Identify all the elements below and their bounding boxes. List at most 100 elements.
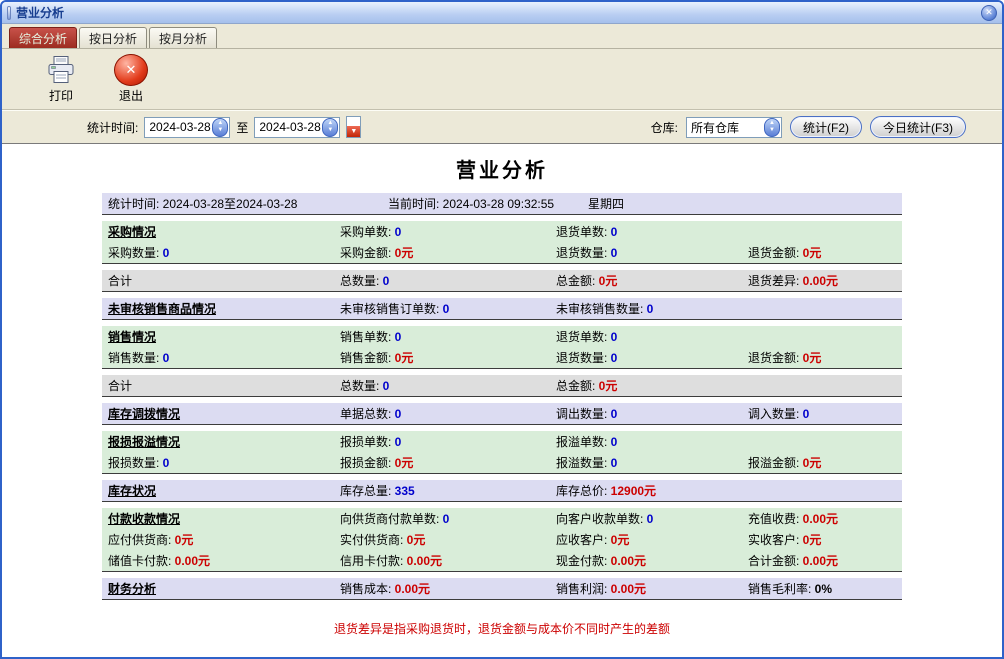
table-row: 销售数量: 0销售金额: 0元退货数量: 0退货金额: 0元 <box>102 347 902 368</box>
warehouse-value: 所有仓库 <box>691 119 763 136</box>
report-title: 营业分析 <box>2 154 1002 183</box>
section-heading: 库存调拨情况 <box>102 405 334 422</box>
section-heading: 销售情况 <box>102 328 334 345</box>
exit-icon: ✕ <box>114 54 148 86</box>
footer-note: 退货差异是指采购退货时，退货金额与成本价不同时产生的差额 <box>2 620 1002 637</box>
tab-bar: 综合分析 按日分析 按月分析 <box>2 24 1002 49</box>
cell-label-value: 退货金额: 0元 <box>742 244 902 261</box>
date-from-spinner[interactable]: ▲ ▼ <box>212 118 228 137</box>
date-to-spinner[interactable]: ▲ ▼ <box>322 118 338 137</box>
cell-label-value: 未审核销售数量: 0 <box>550 300 742 317</box>
section-heading: 付款收款情况 <box>102 510 334 527</box>
tab-monthly-analysis[interactable]: 按月分析 <box>149 27 217 48</box>
cell-label-value: 向供货商付款单数: 0 <box>334 510 550 527</box>
report-block: 财务分析销售成本: 0.00元销售利润: 0.00元销售毛利率: 0% <box>102 578 902 600</box>
cell-label-value: 未审核销售订单数: 0 <box>334 300 550 317</box>
cell-text: 合计 <box>102 377 334 394</box>
cell-label-value: 销售金额: 0元 <box>334 349 550 366</box>
date-from-input[interactable]: 2024-03-28 ▲ ▼ <box>144 117 230 138</box>
cell-text: 统计时间: 2024-03-28至2024-03-28 <box>102 195 382 212</box>
cell-label-value: 总金额: 0元 <box>550 272 742 289</box>
cell-label-value: 退货数量: 0 <box>550 349 742 366</box>
table-row: 库存调拨情况单据总数: 0调出数量: 0调入数量: 0 <box>102 403 902 424</box>
table-row: 付款收款情况向供货商付款单数: 0向客户收款单数: 0充值收费: 0.00元 <box>102 508 902 529</box>
table-row: 采购情况采购单数: 0退货单数: 0 <box>102 221 902 242</box>
table-row: 统计时间: 2024-03-28至2024-03-28当前时间: 2024-03… <box>102 193 902 214</box>
table-row: 未审核销售商品情况未审核销售订单数: 0未审核销售数量: 0 <box>102 298 902 319</box>
cell-label-value: 合计金额: 0.00元 <box>742 552 902 569</box>
table-row: 报损报溢情况报损单数: 0报溢单数: 0 <box>102 431 902 452</box>
exit-button[interactable]: ✕ 退出 <box>102 54 160 104</box>
table-row: 库存状况库存总量: 335库存总价: 12900元 <box>102 480 902 501</box>
warehouse-select[interactable]: 所有仓库 ▲ ▼ <box>686 117 782 138</box>
section-heading: 库存状况 <box>102 482 334 499</box>
cell-label-value: 实收客户: 0元 <box>742 531 902 548</box>
cell-label-value: 调入数量: 0 <box>742 405 902 422</box>
tab-comprehensive-analysis[interactable]: 综合分析 <box>9 27 77 48</box>
cell-label-value: 退货单数: 0 <box>550 223 742 240</box>
table-row: 报损数量: 0报损金额: 0元报溢数量: 0报溢金额: 0元 <box>102 452 902 473</box>
report-block: 库存状况库存总量: 335库存总价: 12900元 <box>102 480 902 502</box>
table-row: 应付供货商: 0元实付供货商: 0元应收客户: 0元实收客户: 0元 <box>102 529 902 550</box>
spinner-down-icon: ▼ <box>769 127 775 134</box>
stat-button[interactable]: 统计(F2) <box>790 116 862 138</box>
section-heading: 报损报溢情况 <box>102 433 334 450</box>
table-row: 财务分析销售成本: 0.00元销售利润: 0.00元销售毛利率: 0% <box>102 578 902 599</box>
title-bar: 营业分析 ✕ <box>2 2 1002 24</box>
cell-label-value: 报溢单数: 0 <box>550 433 742 450</box>
table-row: 采购数量: 0采购金额: 0元退货数量: 0退货金额: 0元 <box>102 242 902 263</box>
cell-label-value: 应付供货商: 0元 <box>102 531 334 548</box>
cell-label-value: 储值卡付款: 0.00元 <box>102 552 334 569</box>
report-table: 统计时间: 2024-03-28至2024-03-28当前时间: 2024-03… <box>102 193 902 600</box>
cell-label-value: 信用卡付款: 0.00元 <box>334 552 550 569</box>
time-range-label: 统计时间: <box>87 119 138 136</box>
spinner-down-icon: ▼ <box>217 127 223 134</box>
cell-label-value: 报损数量: 0 <box>102 454 334 471</box>
date-preset-dropdown[interactable]: ▼ <box>346 116 361 138</box>
report-block: 合计总数量: 0总金额: 0元退货差异: 0.00元 <box>102 270 902 292</box>
cell-label-value: 退货差异: 0.00元 <box>742 272 902 289</box>
report-block: 付款收款情况向供货商付款单数: 0向客户收款单数: 0充值收费: 0.00元应付… <box>102 508 902 572</box>
cell-label-value: 报溢金额: 0元 <box>742 454 902 471</box>
cell-label-value: 库存总价: 12900元 <box>550 482 742 499</box>
cell-label-value: 向客户收款单数: 0 <box>550 510 742 527</box>
window: 营业分析 ✕ 综合分析 按日分析 按月分析 打印 <box>0 0 1004 659</box>
cell-label-value: 销售成本: 0.00元 <box>334 580 550 597</box>
report-block: 采购情况采购单数: 0退货单数: 0采购数量: 0采购金额: 0元退货数量: 0… <box>102 221 902 264</box>
report-block: 未审核销售商品情况未审核销售订单数: 0未审核销售数量: 0 <box>102 298 902 320</box>
cell-text: 星期四 <box>582 195 902 212</box>
today-stat-button[interactable]: 今日统计(F3) <box>870 116 966 138</box>
date-to-input[interactable]: 2024-03-28 ▲ ▼ <box>254 117 340 138</box>
cell-label-value: 退货金额: 0元 <box>742 349 902 366</box>
cell-label-value: 应收客户: 0元 <box>550 531 742 548</box>
table-row: 销售情况销售单数: 0退货单数: 0 <box>102 326 902 347</box>
cell-label-value: 总数量: 0 <box>334 377 550 394</box>
cell-text: 合计 <box>102 272 334 289</box>
cell-label-value: 退货数量: 0 <box>550 244 742 261</box>
tab-daily-analysis[interactable]: 按日分析 <box>79 27 147 48</box>
cell-label-value: 采购数量: 0 <box>102 244 334 261</box>
filter-bar: 统计时间: 2024-03-28 ▲ ▼ 至 2024-03-28 ▲ ▼ ▼ … <box>2 111 1002 143</box>
cell-label-value: 实付供货商: 0元 <box>334 531 550 548</box>
print-button[interactable]: 打印 <box>32 54 90 104</box>
table-row: 储值卡付款: 0.00元信用卡付款: 0.00元现金付款: 0.00元合计金额:… <box>102 550 902 571</box>
cell-label-value: 充值收费: 0.00元 <box>742 510 902 527</box>
cell-label-value: 报溢数量: 0 <box>550 454 742 471</box>
warehouse-spinner[interactable]: ▲ ▼ <box>764 118 780 137</box>
cell-label-value: 库存总量: 335 <box>334 482 550 499</box>
cell-label-value: 销售利润: 0.00元 <box>550 580 742 597</box>
cell-text: 当前时间: 2024-03-28 09:32:55 <box>382 195 582 212</box>
cell-label-value: 报损单数: 0 <box>334 433 550 450</box>
cell-label-value: 报损金额: 0元 <box>334 454 550 471</box>
close-icon[interactable]: ✕ <box>981 5 997 21</box>
section-heading: 未审核销售商品情况 <box>102 300 334 317</box>
toolbar: 打印 ✕ 退出 <box>2 49 1002 109</box>
report-block: 统计时间: 2024-03-28至2024-03-28当前时间: 2024-03… <box>102 193 902 215</box>
spinner-down-icon: ▼ <box>327 127 333 134</box>
cell-label-value: 采购金额: 0元 <box>334 244 550 261</box>
warehouse-label: 仓库: <box>651 119 678 136</box>
dropdown-arrow-icon: ▼ <box>347 126 360 137</box>
cell-label-value: 调出数量: 0 <box>550 405 742 422</box>
spinner-up-icon: ▲ <box>217 120 223 127</box>
section-heading: 财务分析 <box>102 580 334 597</box>
